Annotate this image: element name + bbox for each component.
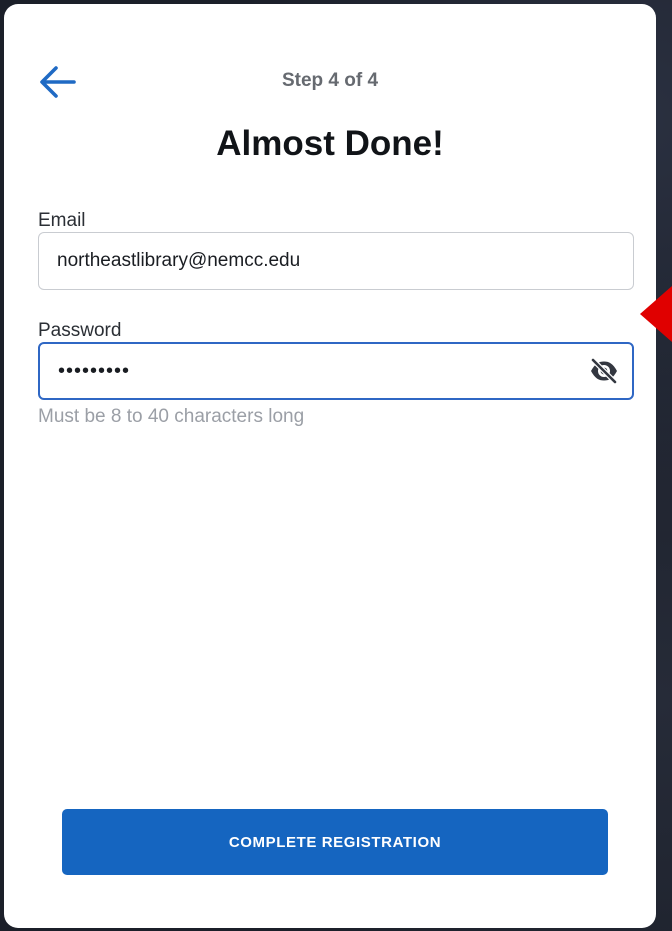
password-label: Password xyxy=(38,320,122,341)
password-field-container xyxy=(38,342,634,400)
pointer-arrow-icon xyxy=(640,286,672,342)
email-field[interactable] xyxy=(39,233,633,289)
password-field[interactable] xyxy=(40,344,632,398)
email-field-container xyxy=(38,232,634,290)
password-hint: Must be 8 to 40 characters long xyxy=(38,406,305,427)
eye-off-icon xyxy=(590,358,618,384)
email-label: Email xyxy=(38,210,86,231)
toggle-password-visibility-button[interactable] xyxy=(588,356,620,386)
complete-registration-button[interactable]: COMPLETE REGISTRATION xyxy=(62,809,608,875)
registration-modal: Step 4 of 4 Almost Done! Email Password … xyxy=(4,4,656,928)
page-title: Almost Done! xyxy=(216,124,444,163)
step-indicator: Step 4 of 4 xyxy=(281,70,379,91)
